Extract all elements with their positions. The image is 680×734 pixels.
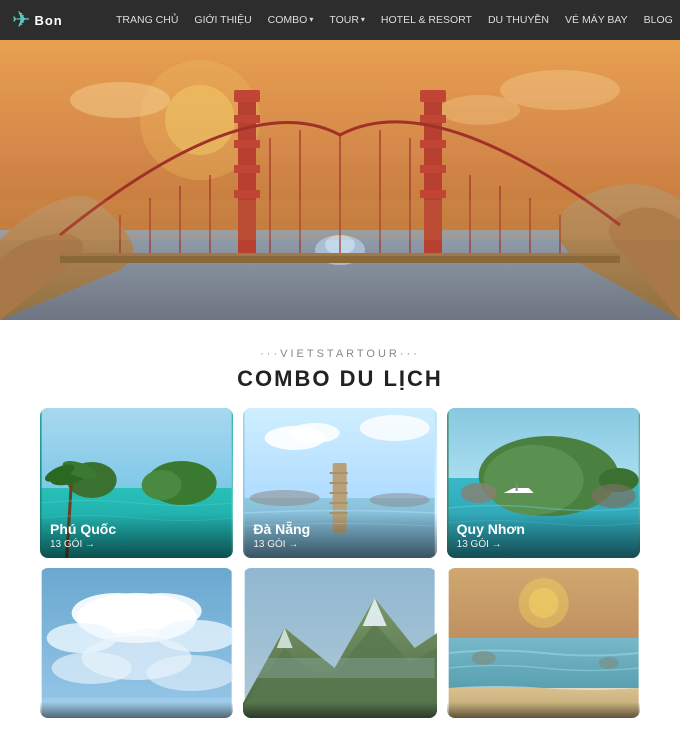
card-overlay-da-nang: Đà Nẵng 13 GÓI → — [243, 513, 436, 558]
card-overlay-phu-quoc: Phú Quốc 13 GÓI → — [40, 513, 233, 558]
combo-grid: Phú Quốc 13 GÓI → — [0, 408, 680, 734]
card-overlay-bottom-2 — [243, 702, 436, 718]
navigation: ✈ Bon TRANG CHỦ GIỚI THIỆU COMBO ▾ TOUR … — [0, 0, 680, 40]
section-subtitle: ···VIETSTARTOUR··· — [0, 348, 680, 360]
logo[interactable]: ✈ Bon — [12, 7, 92, 33]
card-title-quy-nhon: Quy Nhơn — [457, 521, 630, 537]
nav-combo[interactable]: COMBO ▾ — [260, 0, 322, 40]
card-count-phu-quoc: 13 GÓI → — [50, 539, 223, 550]
card-bottom-2[interactable] — [243, 568, 436, 718]
logo-text: Bon — [34, 13, 62, 28]
nav-ve-may-bay[interactable]: VÉ MÁY BAY — [557, 0, 636, 40]
card-count-quy-nhon: 13 GÓI → — [457, 539, 630, 550]
section-title: COMBO DU LỊCH — [0, 366, 680, 392]
card-da-nang[interactable]: Đà Nẵng 13 GÓI → — [243, 408, 436, 558]
logo-icon: ✈ — [12, 7, 30, 33]
nav-hotel-resort[interactable]: HOTEL & RESORT — [373, 0, 480, 40]
card-quy-nhon[interactable]: Quy Nhơn 13 GÓI → — [447, 408, 640, 558]
card-phu-quoc[interactable]: Phú Quốc 13 GÓI → — [40, 408, 233, 558]
card-bottom-1[interactable] — [40, 568, 233, 718]
section-header: ···VIETSTARTOUR··· COMBO DU LỊCH — [0, 320, 680, 408]
card-overlay-bottom-1 — [40, 702, 233, 718]
nav-tour[interactable]: TOUR ▾ — [321, 0, 373, 40]
combo-dropdown-arrow: ▾ — [309, 0, 313, 40]
card-overlay-quy-nhon: Quy Nhơn 13 GÓI → — [447, 513, 640, 558]
card-bottom-3[interactable] — [447, 568, 640, 718]
nav-trang-chu[interactable]: TRANG CHỦ — [108, 0, 186, 40]
card-overlay-bottom-3 — [447, 702, 640, 718]
nav-du-thuyen[interactable]: DU THUYỀN — [480, 0, 557, 40]
nav-blog[interactable]: BLOG — [636, 0, 680, 40]
nav-gioi-thieu[interactable]: GIỚI THIỆU — [186, 0, 259, 40]
card-title-phu-quoc: Phú Quốc — [50, 521, 223, 537]
card-count-da-nang: 13 GÓI → — [253, 539, 426, 550]
hero-banner — [0, 40, 680, 320]
nav-items: TRANG CHỦ GIỚI THIỆU COMBO ▾ TOUR ▾ HOTE… — [108, 0, 680, 40]
card-title-da-nang: Đà Nẵng — [253, 521, 426, 537]
tour-dropdown-arrow: ▾ — [361, 0, 365, 40]
